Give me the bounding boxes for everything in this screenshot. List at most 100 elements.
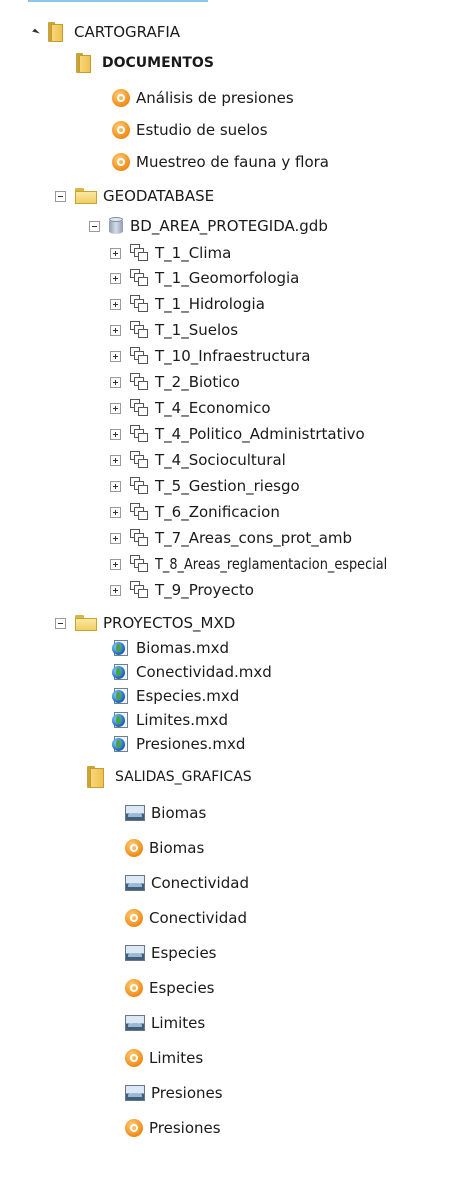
expand-box-icon[interactable]	[110, 506, 121, 518]
tree-node-feature-dataset[interactable]: T_1_Hidrologia	[110, 293, 265, 315]
expand-box-icon[interactable]	[110, 480, 121, 492]
tree-node-gdb[interactable]: BD_AREA_PROTEGIDA.gdb	[89, 215, 328, 237]
tree-node-document[interactable]: Análisis de presiones	[112, 87, 294, 109]
tree-node-label: Limites	[149, 1049, 204, 1067]
expand-box-icon[interactable]	[110, 584, 121, 596]
feature-dataset-icon	[130, 503, 148, 521]
tree-node-label: Presiones	[149, 1119, 221, 1137]
expand-box-icon[interactable]	[110, 298, 121, 310]
tree-node-label: T_4_Economico	[155, 399, 271, 417]
tree-node-label: GEODATABASE	[103, 187, 215, 205]
pdf-document-icon	[125, 979, 143, 997]
tree-node-document[interactable]: Limites	[125, 1047, 203, 1069]
tree-node-label: Biomas	[151, 804, 207, 822]
tree-node-map-document[interactable]: Conectividad.mxd	[112, 661, 272, 683]
tree-node-document[interactable]: Conectividad	[125, 907, 247, 929]
tree-node-label: BD_AREA_PROTEGIDA.gdb	[130, 217, 328, 235]
tree-node-feature-dataset[interactable]: T_10_Infraestructura	[110, 345, 310, 367]
tree-node-feature-dataset[interactable]: T_7_Areas_cons_prot_amb	[110, 527, 352, 549]
image-icon	[125, 875, 145, 891]
tree-node-label: T_4_Politico_Administrtativo	[155, 425, 365, 443]
expand-box-icon[interactable]	[110, 350, 121, 362]
tree-node-feature-dataset[interactable]: T_1_Geomorfologia	[110, 267, 299, 289]
map-document-icon	[112, 663, 130, 681]
expand-box-icon[interactable]	[110, 247, 121, 259]
collapse-box-icon[interactable]	[55, 617, 66, 629]
tree-node-geodatabase[interactable]: GEODATABASE	[55, 185, 214, 207]
tree-node-label: T_5_Gestion_riesgo	[155, 477, 300, 495]
tree-node-feature-dataset[interactable]: T_6_Zonificacion	[110, 501, 280, 523]
folder-icon	[76, 53, 96, 73]
expand-box-icon[interactable]	[110, 558, 121, 570]
tree-node-feature-dataset[interactable]: T_4_Sociocultural	[110, 449, 286, 471]
tree-node-document[interactable]: Muestreo de fauna y flora	[112, 151, 329, 173]
image-icon	[125, 945, 145, 961]
expand-box-icon[interactable]	[110, 402, 121, 414]
tree-node-salidas-graficas[interactable]: SALIDAS_GRAFICAS	[87, 766, 252, 788]
tree-node-label: PROYECTOS_MXD	[103, 614, 236, 632]
feature-dataset-icon	[130, 269, 148, 287]
map-document-icon	[112, 639, 130, 657]
tree-node-label: Biomas.mxd	[136, 639, 230, 657]
folder-icon	[75, 615, 97, 631]
folder-icon	[87, 766, 109, 788]
tree-node-label: Limites	[151, 1014, 206, 1032]
tree-node-label: T_1_Clima	[155, 244, 232, 262]
feature-dataset-icon	[130, 477, 148, 495]
tree-node-image[interactable]: Limites	[125, 1012, 205, 1034]
pdf-document-icon	[125, 909, 143, 927]
tree-node-image[interactable]: Presiones	[125, 1082, 223, 1104]
collapse-triangle-icon[interactable]	[32, 28, 40, 36]
tree-node-feature-dataset[interactable]: T_4_Economico	[110, 397, 271, 419]
tree-node-feature-dataset[interactable]: T_8_Areas_reglamentacion_especial	[110, 553, 425, 575]
tree-node-feature-dataset[interactable]: T_1_Clima	[110, 242, 231, 264]
tree-node-feature-dataset[interactable]: T_4_Politico_Administrtativo	[110, 423, 365, 445]
tree-node-label: T_6_Zonificacion	[155, 503, 280, 521]
expand-box-icon[interactable]	[110, 376, 121, 388]
expand-box-icon[interactable]	[110, 272, 121, 284]
tree-node-map-document[interactable]: Especies.mxd	[112, 685, 239, 707]
tree-node-map-document[interactable]: Biomas.mxd	[112, 637, 229, 659]
expand-box-icon[interactable]	[110, 324, 121, 336]
collapse-box-icon[interactable]	[89, 220, 100, 232]
feature-dataset-icon	[130, 451, 148, 469]
tree-node-map-document[interactable]: Limites.mxd	[112, 709, 228, 731]
tree-node-label: Conectividad	[149, 909, 247, 927]
tree-node-document[interactable]: Especies	[125, 977, 215, 999]
expand-box-icon[interactable]	[110, 454, 121, 466]
tree-node-feature-dataset[interactable]: T_5_Gestion_riesgo	[110, 475, 300, 497]
feature-dataset-icon	[130, 555, 148, 573]
feature-dataset-icon	[130, 321, 148, 339]
pdf-document-icon	[112, 89, 130, 107]
map-document-icon	[112, 735, 130, 753]
pdf-document-icon	[125, 839, 143, 857]
collapse-box-icon[interactable]	[55, 190, 66, 202]
expand-box-icon[interactable]	[110, 428, 121, 440]
tree-node-image[interactable]: Especies	[125, 942, 217, 964]
feature-dataset-icon	[130, 425, 148, 443]
expand-box-icon[interactable]	[110, 532, 121, 544]
tree-node-proyectos-mxd[interactable]: PROYECTOS_MXD	[55, 612, 235, 634]
tree-node-label: Presiones.mxd	[136, 735, 246, 753]
tree-node-label: T_1_Suelos	[155, 321, 239, 339]
tree-node-document[interactable]: Presiones	[125, 1117, 221, 1139]
tree-node-label: T_8_Areas_reglamentacion_especial	[155, 555, 388, 573]
tree-node-label: Especies.mxd	[136, 687, 240, 705]
image-icon	[125, 1085, 145, 1101]
tree-node-documentos[interactable]: DOCUMENTOS	[76, 52, 214, 74]
tree-node-feature-dataset[interactable]: T_2_Biotico	[110, 371, 240, 393]
tree-node-document[interactable]: Biomas	[125, 837, 204, 859]
tree-node-feature-dataset[interactable]: T_9_Proyecto	[110, 579, 254, 601]
tree-node-image[interactable]: Biomas	[125, 802, 206, 824]
tree-node-document[interactable]: Estudio de suelos	[112, 119, 268, 141]
tree-node-label: Presiones	[151, 1084, 223, 1102]
tree-node-label: T_7_Areas_cons_prot_amb	[155, 529, 353, 547]
tree-node-image[interactable]: Conectividad	[125, 872, 249, 894]
tree-node-feature-dataset[interactable]: T_1_Suelos	[110, 319, 238, 341]
feature-dataset-icon	[130, 399, 148, 417]
tree-node-label: Limites.mxd	[136, 711, 229, 729]
tree-node-cartografia[interactable]: CARTOGRAFIA	[32, 21, 180, 43]
tree-node-label: Muestreo de fauna y flora	[136, 153, 329, 171]
tree-node-label: Especies	[149, 979, 215, 997]
tree-node-map-document[interactable]: Presiones.mxd	[112, 733, 245, 755]
